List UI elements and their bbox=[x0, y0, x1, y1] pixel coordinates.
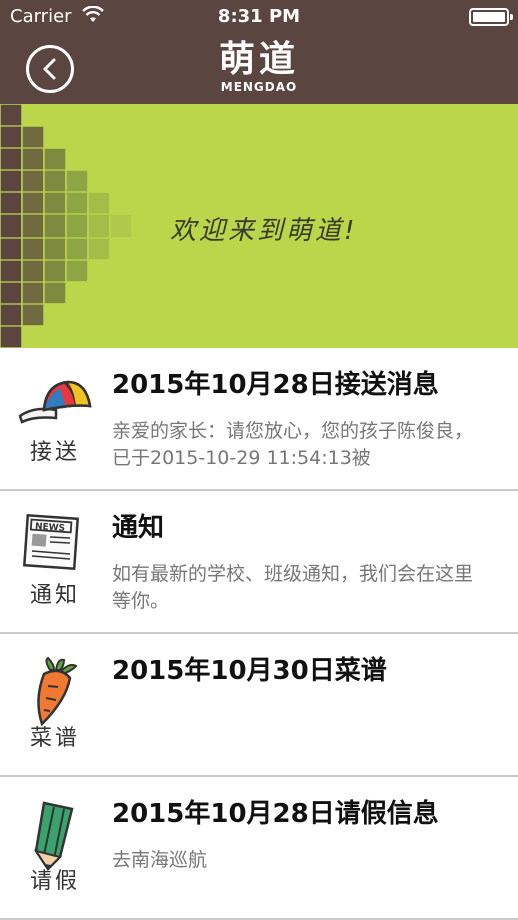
pixel-pattern bbox=[0, 104, 133, 348]
list-item-notice[interactable]: NEWS 通知 通知 如有最新的学校、班级通知，我们会在这里等你。 bbox=[0, 491, 518, 634]
message-list: 接送 2015年10月28日接送消息 亲爱的家长：请您放心，您的孩子陈俊良，已于… bbox=[0, 348, 518, 920]
battery-icon bbox=[469, 8, 513, 26]
list-item-menu[interactable]: 菜谱 2015年10月30日菜谱 bbox=[0, 634, 518, 777]
svg-text:NEWS: NEWS bbox=[35, 522, 66, 534]
list-item-leave[interactable]: 请假 2015年10月28日请假信息 去南海巡航 bbox=[0, 777, 518, 920]
cap-icon bbox=[18, 380, 92, 424]
icon-label: 请假 bbox=[29, 869, 80, 894]
item-preview: 去南海巡航 bbox=[112, 849, 208, 871]
icon-label: 接送 bbox=[29, 440, 80, 465]
clock: 8:31 PM bbox=[217, 6, 301, 27]
item-title: 2015年10月28日请假信息 bbox=[112, 799, 439, 829]
welcome-text: 欢迎来到萌道! bbox=[170, 216, 358, 246]
item-title: 通知 bbox=[112, 513, 165, 543]
icon-label: 菜谱 bbox=[29, 726, 80, 751]
app-title: 萌道 bbox=[218, 39, 299, 80]
icon-label: 通知 bbox=[29, 583, 80, 608]
app-subtitle: MENGDAO bbox=[220, 80, 298, 94]
carrot-icon bbox=[37, 656, 78, 727]
welcome-banner: 欢迎来到萌道! bbox=[0, 104, 518, 348]
newspaper-icon: NEWS bbox=[22, 513, 80, 571]
status-bar: Carrier 8:31 PM bbox=[0, 0, 518, 34]
top-bar: Carrier 8:31 PM 萌道 MENGDAO bbox=[0, 0, 518, 104]
item-title: 2015年10月30日菜谱 bbox=[112, 656, 387, 686]
list-item-pickup[interactable]: 接送 2015年10月28日接送消息 亲爱的家长：请您放心，您的孩子陈俊良，已于… bbox=[0, 348, 518, 491]
pencil-icon bbox=[33, 801, 74, 871]
item-preview: 亲爱的家长：请您放心，您的孩子陈俊良，已于2015-10-29 11:54:13… bbox=[112, 420, 474, 469]
item-preview: 如有最新的学校、班级通知，我们会在这里等你。 bbox=[112, 563, 474, 612]
item-title: 2015年10月28日接送消息 bbox=[112, 370, 439, 400]
app-logo: 萌道 MENGDAO bbox=[0, 39, 518, 95]
